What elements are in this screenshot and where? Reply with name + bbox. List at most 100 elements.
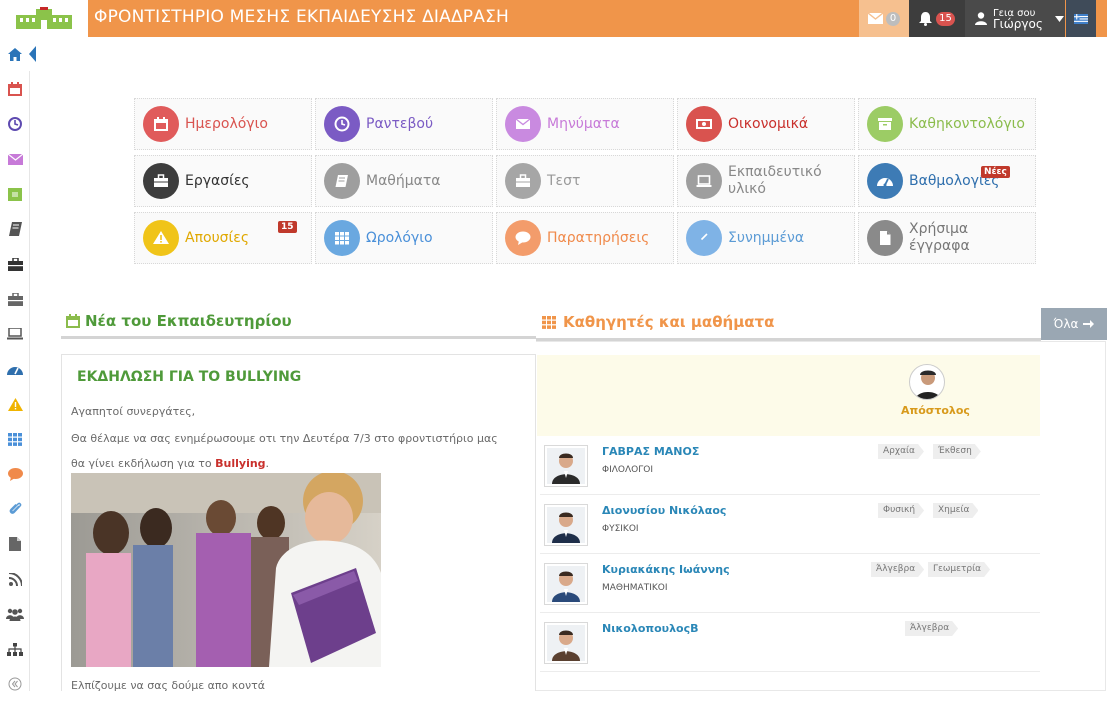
sidebar-item-messages[interactable]	[0, 142, 30, 176]
sidebar-item-feed[interactable]	[0, 562, 30, 596]
news-heading-divider	[61, 336, 536, 339]
news-paragraph-4: Ελπίζουμε να σας δούμε απο κοντά	[71, 679, 265, 692]
user-menu[interactable]: Γεια σου Γιώργος	[965, 0, 1065, 37]
cash-icon	[8, 187, 22, 201]
tile-laptop[interactable]: Εκπαιδευτικό υλικό	[677, 155, 855, 207]
sidebar-item-users[interactable]	[0, 597, 30, 631]
subject-tag[interactable]: Άλγεβρα	[871, 562, 924, 577]
news-paragraph-3-prefix: θα γίνει εκδήλωση για το	[71, 457, 216, 470]
warning-icon	[7, 397, 23, 411]
sidebar-item-appointments[interactable]	[0, 107, 30, 141]
all-teachers-button[interactable]: Όλα	[1041, 308, 1107, 340]
tile-comment[interactable]: Παρατηρήσεις	[496, 212, 674, 264]
app-logo[interactable]	[0, 0, 88, 37]
user-icon	[975, 12, 987, 25]
tile-label: Καθηκοντολόγιο	[909, 115, 1025, 132]
tile-archive[interactable]: Καθηκοντολόγιο	[858, 98, 1036, 150]
teacher-name[interactable]: ΝικολοπουλοςΒ	[602, 622, 699, 635]
tile-label: Παρατηρήσεις	[547, 229, 650, 246]
news-image	[71, 473, 381, 667]
news-heading-text: Νέα του Εκπαιδευτηρίου	[85, 312, 292, 330]
calendar-icon	[66, 314, 80, 328]
subject-tag[interactable]: Χημεία	[933, 503, 978, 518]
teacher-specialty: ΦΥΣΙΚΟΙ	[602, 524, 639, 534]
dashboard-icon	[7, 367, 23, 375]
sidebar-item-remarks[interactable]	[0, 457, 30, 491]
tile-briefcase[interactable]: Εργασίες	[134, 155, 312, 207]
laptop-icon	[7, 328, 23, 340]
sidebar-item-timetable[interactable]	[0, 422, 30, 456]
tile-badge: Νέες	[981, 166, 1010, 178]
top-bar: ΦΡΟΝΤΙΣΤΗΡΙΟ ΜΕΣΗΣ ΕΚΠΑΙΔΕΥΣΗΣ ΔΙΑΔΡΑΣΗ …	[0, 0, 1107, 37]
tile-clock[interactable]: Ραντεβού	[315, 98, 493, 150]
teachers-heading: Καθηγητές και μαθήματα	[542, 313, 774, 331]
tile-label-line: Χρήσιμα	[909, 221, 969, 237]
language-button[interactable]	[1066, 0, 1096, 37]
briefcase-outline-icon	[505, 163, 541, 199]
featured-teacher-avatar	[909, 364, 945, 400]
sidebar-item-finance[interactable]	[0, 177, 30, 211]
tile-file[interactable]: Χρήσιμα έγγραφα	[858, 212, 1036, 264]
clock-icon	[8, 117, 22, 131]
subject-tag[interactable]: Αρχαία	[878, 444, 924, 459]
featured-teacher[interactable]: Απόστολος	[537, 355, 1040, 436]
app-title: ΦΡΟΝΤΙΣΤΗΡΙΟ ΜΕΣΗΣ ΕΚΠΑΙΔΕΥΣΗΣ ΔΙΑΔΡΑΣΗ	[94, 7, 510, 27]
teacher-name[interactable]: Διονυσίου Νικόλαος	[602, 504, 726, 517]
tile-paperclip[interactable]: Συνημμένα	[677, 212, 855, 264]
sidebar-item-structure[interactable]	[0, 632, 30, 666]
subject-tag[interactable]: Άλγεβρα	[905, 621, 958, 636]
teacher-name[interactable]: Κυριακάκης Ιωάννης	[602, 563, 730, 576]
subject-tag[interactable]: Έκθεση	[933, 444, 981, 459]
sidebar-item-home[interactable]	[0, 37, 36, 71]
subject-tag[interactable]: Φυσική	[878, 503, 924, 518]
tile-label: Ωρολόγιο	[366, 229, 433, 246]
tile-calendar[interactable]: Ημερολόγιο	[134, 98, 312, 150]
sidebar-item-absences[interactable]	[0, 387, 30, 421]
notifications-count-badge: 15	[936, 11, 955, 26]
tile-label: Εργασίες	[185, 172, 250, 189]
tile-dashboard[interactable]: Βαθμολογίες Νέες	[858, 155, 1036, 207]
sidebar-item-attachments[interactable]	[0, 492, 30, 526]
sidebar-collapse-button[interactable]	[0, 667, 30, 701]
calendar-icon	[8, 82, 22, 96]
dashboard-icon	[867, 163, 903, 199]
envelope-icon	[505, 106, 541, 142]
sidebar-item-tests[interactable]	[0, 282, 30, 316]
tile-book[interactable]: Μαθήματα	[315, 155, 493, 207]
laptop-icon	[686, 163, 722, 199]
sitemap-icon	[7, 642, 23, 656]
subject-tag[interactable]: Γεωμετρία	[928, 562, 990, 577]
tile-envelope[interactable]: Μηνύματα	[496, 98, 674, 150]
briefcase-outline-icon	[7, 292, 23, 306]
news-heading: Νέα του Εκπαιδευτηρίου	[66, 312, 292, 330]
news-paragraph-1: Αγαπητοί συνεργάτες,	[71, 405, 196, 418]
school-building-icon	[16, 6, 72, 29]
messages-button[interactable]: 0	[859, 0, 909, 37]
tile-label: Τεστ	[547, 172, 581, 189]
sidebar-item-documents[interactable]	[0, 527, 30, 561]
featured-teacher-name: Απόστολος	[901, 404, 970, 417]
teacher-row[interactable]: Διονυσίου Νικόλαος ΦΥΣΙΚΟΙ Φυσική Χημεία	[540, 496, 1040, 554]
teacher-name[interactable]: ΓΑΒΡΑΣ ΜΑΝΟΣ	[602, 445, 699, 458]
tile-grid[interactable]: Ωρολόγιο	[315, 212, 493, 264]
teacher-row[interactable]: ΝικολοπουλοςΒ Άλγεβρα	[540, 614, 1040, 672]
grid-icon	[8, 432, 22, 446]
warning-icon	[143, 220, 179, 256]
archive-icon	[867, 106, 903, 142]
sidebar-item-grades[interactable]	[0, 352, 30, 386]
clock-icon	[324, 106, 360, 142]
sidebar-item-calendar[interactable]	[0, 72, 30, 106]
tile-money[interactable]: Οικονομικά	[677, 98, 855, 150]
news-paragraph-2: Θα θέλαμε να σας ενημέρωσουμε οτι την Δε…	[71, 432, 498, 445]
teacher-row[interactable]: Κυριακάκης Ιωάννης ΜΑΘΗΜΑΤΙΚΟΙ Άλγεβρα Γεωμ…	[540, 555, 1040, 613]
sidebar-item-lessons[interactable]	[0, 212, 30, 246]
tile-briefcase-outline[interactable]: Τεστ	[496, 155, 674, 207]
news-paragraph-3: θα γίνει εκδήλωση για το Bullying.	[71, 457, 269, 470]
teacher-row[interactable]: ΓΑΒΡΑΣ ΜΑΝΟΣ ΦΙΛΟΛΟΓΟΙ Αρχαία Έκθεση	[540, 437, 1040, 495]
paperclip-icon	[686, 220, 722, 256]
sidebar-item-assignments[interactable]	[0, 247, 30, 281]
sidebar-item-material[interactable]	[0, 317, 30, 351]
notifications-button[interactable]: 15	[909, 0, 965, 37]
news-title[interactable]: ΕΚΔΗΛΩΣΗ ΓΙΑ ΤΟ BULLYING	[77, 369, 301, 385]
tile-warning[interactable]: Απουσίες 15	[134, 212, 312, 264]
